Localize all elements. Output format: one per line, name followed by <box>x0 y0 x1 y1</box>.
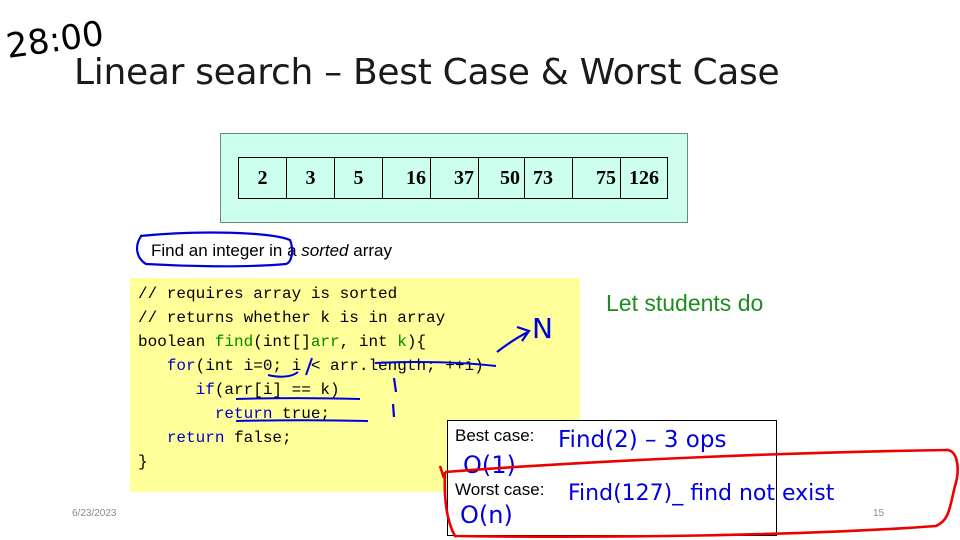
sorted-array: 2 3 5 16 37 50 73 75 126 <box>238 157 668 199</box>
array-caption: Find an integer in a sorted array <box>151 241 392 261</box>
code-block: // requires array is sorted // returns wh… <box>138 282 484 474</box>
array-cell: 37 <box>431 158 479 198</box>
array-cell: 50 <box>479 158 525 198</box>
code-line: for(int i=0; i < arr.length; ++i) <box>166 357 484 375</box>
caption-text-end: array <box>348 241 392 260</box>
array-cell: 75 <box>573 158 621 198</box>
code-line: } <box>138 453 148 471</box>
code-line: boolean find(int[]arr, int k){ <box>138 333 427 351</box>
slide: Linear search – Best Case & Worst Case 2… <box>0 0 960 540</box>
array-cell: 2 <box>239 158 287 198</box>
code-line: return true; <box>214 405 331 423</box>
worst-case-label: Worst case: <box>455 480 545 499</box>
code-line: return false; <box>166 429 292 447</box>
array-cell: 5 <box>335 158 383 198</box>
instructor-note: Let students do <box>606 290 764 316</box>
caption-text: Find an integer in a <box>151 241 302 260</box>
caption-emphasis: sorted <box>301 241 349 260</box>
best-case-label: Best case: <box>455 426 535 445</box>
code-line: // returns whether k is in array <box>138 309 446 327</box>
page-number: 15 <box>873 508 885 519</box>
array-cell: 126 <box>629 166 659 189</box>
code-line: if(arr[i] == k) <box>195 381 340 399</box>
array-cell: 3 <box>287 158 335 198</box>
array-cell: 16 <box>383 158 431 198</box>
code-line: // requires array is sorted <box>138 285 398 303</box>
footer-date: 6/23/2023 <box>72 508 117 519</box>
array-cell: 73 <box>525 158 573 198</box>
slide-title: Linear search – Best Case & Worst Case <box>74 52 780 93</box>
